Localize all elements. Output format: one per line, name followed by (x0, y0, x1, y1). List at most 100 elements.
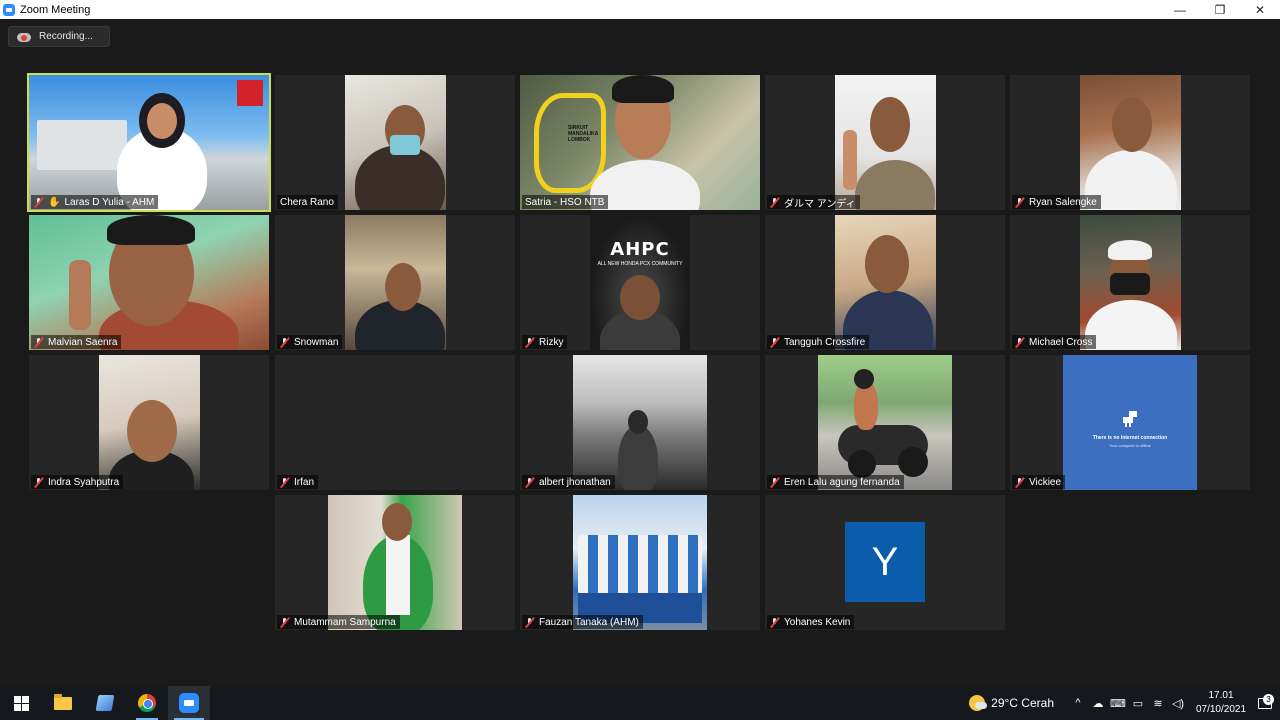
recording-indicator[interactable]: Recording... (8, 26, 110, 47)
action-center-button[interactable]: 3 (1250, 693, 1280, 709)
participant-tile[interactable]: Malvian Saenra (29, 215, 269, 350)
participant-video (345, 75, 446, 210)
participant-tile[interactable]: Chera Rano (275, 75, 515, 210)
battery-icon[interactable]: ▭ (1128, 697, 1148, 710)
participant-tile[interactable]: AHPC ALL NEW HONDA PCX COMMUNITY Rizky (520, 215, 760, 350)
participant-video (573, 495, 707, 630)
participant-tile[interactable]: ✋ Laras D Yulia - AHM (27, 73, 271, 212)
participant-name-tag: Vickiee (1012, 475, 1066, 489)
weather-text[interactable]: 29°C Cerah (991, 696, 1054, 710)
participant-name: Fauzan Tanaka (AHM) (539, 616, 639, 628)
show-hidden-icons-icon[interactable]: ^ (1068, 697, 1088, 709)
participant-name: Vickiee (1029, 476, 1062, 488)
notification-count: 3 (1263, 693, 1274, 705)
participant-tile[interactable]: Michael Cross (1010, 215, 1250, 350)
mic-muted-icon (770, 337, 779, 348)
participant-tile[interactable]: Y Yohanes Kevin (765, 495, 1005, 630)
onedrive-icon[interactable]: ☁ (1088, 697, 1108, 710)
window-title: Zoom Meeting (20, 3, 91, 16)
participant-name-tag: Fauzan Tanaka (AHM) (522, 615, 643, 629)
mic-muted-icon (34, 477, 43, 488)
participant-name: Snowman (294, 336, 339, 348)
participant-video: SIRKUIT MANDALIKA LOMBOK (520, 75, 760, 210)
participant-tile[interactable]: Irfan (275, 355, 515, 490)
taskbar-chrome[interactable] (126, 686, 168, 720)
participant-name: Mutammam Sampurna (294, 616, 396, 628)
mic-muted-icon (770, 617, 779, 628)
taskbar-file-explorer[interactable] (42, 686, 84, 720)
dino-icon (1123, 411, 1137, 427)
participant-tile[interactable]: Fauzan Tanaka (AHM) (520, 495, 760, 630)
taskbar-zoom[interactable] (168, 686, 210, 720)
offline-message: There is no Internet connection (1092, 435, 1168, 441)
clock[interactable]: 17.01 07/10/2021 (1192, 689, 1250, 717)
start-button[interactable] (0, 686, 42, 720)
participant-name-tag: Indra Syahputra (31, 475, 124, 489)
weather-icon[interactable] (969, 695, 988, 711)
participant-tile[interactable]: There is no Internet connection Your com… (1010, 355, 1250, 490)
teams-icon[interactable]: ⌨ (1108, 697, 1128, 710)
chrome-icon (138, 694, 156, 712)
wifi-icon[interactable]: ≋ (1148, 697, 1168, 710)
mic-muted-icon (280, 337, 289, 348)
mic-muted-icon (1015, 477, 1024, 488)
participant-name-tag: Irfan (277, 475, 319, 489)
participant-video (835, 75, 936, 210)
notes-icon (95, 695, 115, 711)
participant-video (818, 355, 952, 490)
participant-tile[interactable]: SIRKUIT MANDALIKA LOMBOK Satria - HSO NTB (520, 75, 760, 210)
participant-tile[interactable]: albert jhonathan (520, 355, 760, 490)
participant-video (99, 355, 200, 490)
participant-name: Indra Syahputra (48, 476, 120, 488)
clock-date: 07/10/2021 (1195, 704, 1247, 715)
participant-tile[interactable]: Snowman (275, 215, 515, 350)
participant-name: Michael Cross (1029, 336, 1093, 348)
mic-muted-icon (280, 617, 289, 628)
volume-icon[interactable]: ◁) (1168, 697, 1188, 710)
participant-video (573, 355, 707, 490)
participant-name: Rizky (539, 336, 564, 348)
participant-name: ダルマ アンディ (784, 198, 856, 210)
participant-name-tag: Eren Lalu agung fernanda (767, 475, 904, 489)
participant-name: Ryan Salengke (1029, 196, 1097, 208)
windows-taskbar: 29°C Cerah ^ ☁ ⌨ ▭ ≋ ◁) 17.01 07/10/2021… (0, 686, 1280, 720)
participant-name-tag: ✋ Laras D Yulia - AHM (31, 195, 159, 209)
folder-icon (54, 693, 72, 710)
close-button[interactable]: ✕ (1240, 0, 1280, 19)
participant-name: Laras D Yulia - AHM (64, 196, 155, 208)
cloud-recording-icon (17, 32, 31, 42)
participant-tile[interactable]: Ryan Salengke (1010, 75, 1250, 210)
mic-muted-icon (1015, 337, 1024, 348)
window-controls: — ❐ ✕ (1160, 0, 1280, 19)
track-map-label: SIRKUIT MANDALIKA LOMBOK (568, 125, 599, 143)
ahpc-subtitle: ALL NEW HONDA PCX COMMUNITY (597, 261, 683, 267)
participant-tile[interactable]: Tangguh Crossfire (765, 215, 1005, 350)
participant-tile[interactable]: Eren Lalu agung fernanda (765, 355, 1005, 490)
participant-name-tag: Mutammam Sampurna (277, 615, 400, 629)
participant-video (29, 75, 269, 210)
participant-video (835, 215, 936, 350)
windows-logo-icon (13, 695, 29, 711)
mic-muted-icon (1015, 197, 1024, 208)
participant-name-tag: Rizky (522, 335, 568, 349)
mic-muted-icon (280, 477, 289, 488)
maximize-button[interactable]: ❐ (1200, 0, 1240, 19)
participant-tile[interactable]: Mutammam Sampurna (275, 495, 515, 630)
taskbar-notes[interactable] (84, 686, 126, 720)
participant-name: Satria - HSO NTB (525, 196, 605, 208)
participant-name: Yohanes Kevin (784, 616, 851, 628)
mic-muted-icon (525, 477, 534, 488)
participant-tile[interactable]: Indra Syahputra (29, 355, 269, 490)
mic-muted-icon (525, 617, 534, 628)
participant-video (345, 215, 446, 350)
participant-tile[interactable]: ダルマ アンディ (765, 75, 1005, 210)
minimize-button[interactable]: — (1160, 0, 1200, 19)
participant-name: Tangguh Crossfire (784, 336, 866, 348)
participant-video: AHPC ALL NEW HONDA PCX COMMUNITY (590, 215, 690, 350)
zoom-icon (179, 693, 199, 713)
participant-name: Eren Lalu agung fernanda (784, 476, 900, 488)
participant-name-tag: Chera Rano (277, 195, 338, 209)
participant-name-tag: Yohanes Kevin (767, 615, 855, 629)
participant-name-tag: Ryan Salengke (1012, 195, 1101, 209)
participant-video (29, 215, 269, 350)
